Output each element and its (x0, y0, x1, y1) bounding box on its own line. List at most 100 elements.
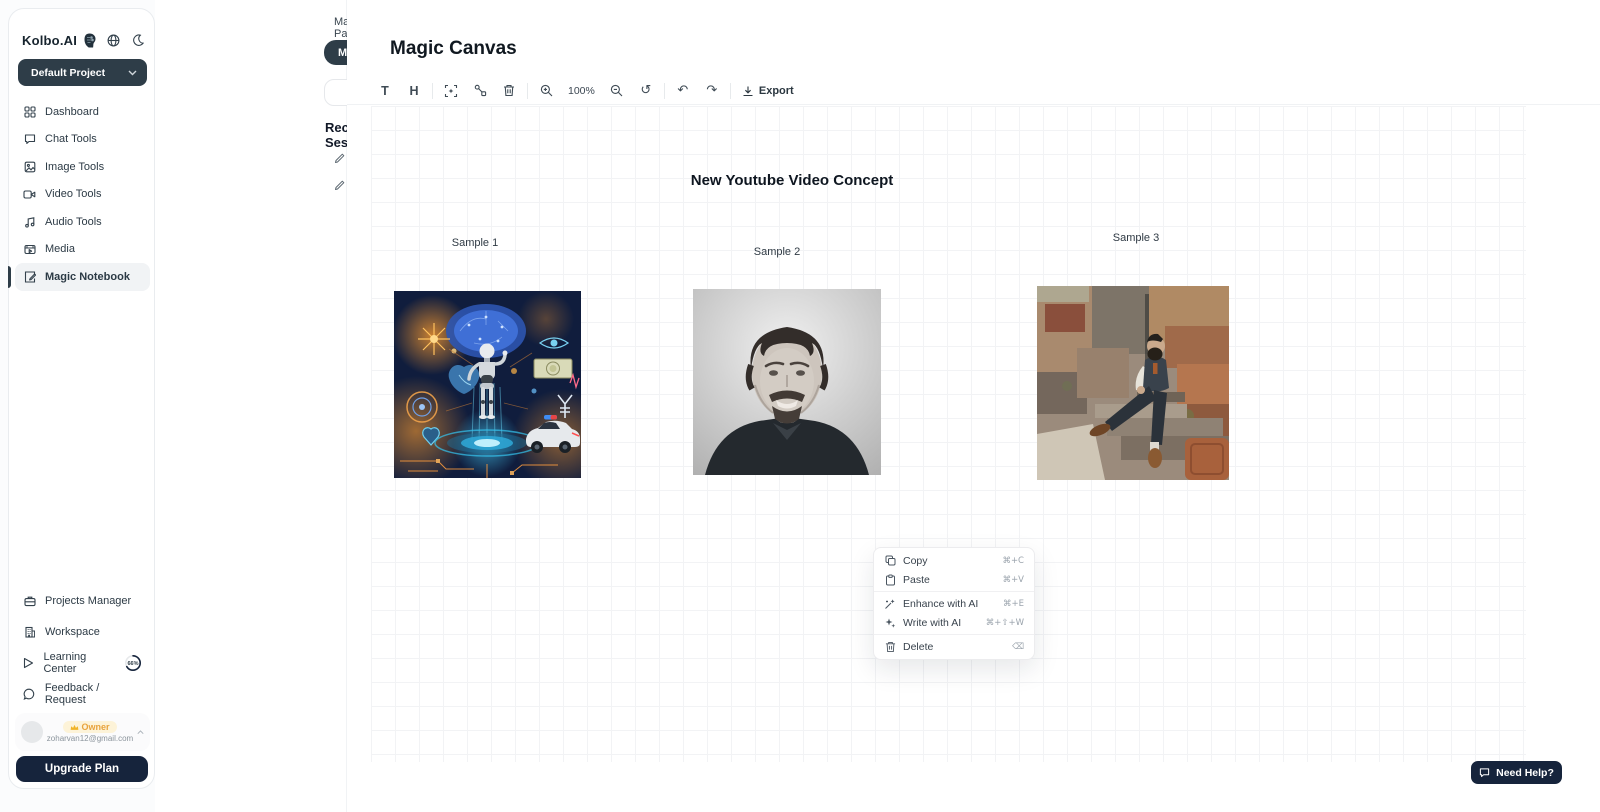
sidebar-item-image-tools[interactable]: Image Tools (15, 153, 150, 181)
play-icon (23, 657, 34, 669)
account-info: Owner zoharvan12@gmail.com (43, 721, 137, 743)
project-selector[interactable]: Default Project (18, 59, 147, 86)
learning-progress-badge: 66% (124, 654, 142, 672)
sidebar-item-label: Dashboard (45, 106, 99, 118)
context-menu-item-copy[interactable]: Copy ⌘+C (874, 551, 1034, 570)
sidebar-item-media[interactable]: Media (15, 236, 150, 264)
download-icon (742, 85, 754, 97)
brand-logo[interactable]: Kolbo.AI (22, 33, 77, 48)
context-menu-label: Write with AI (903, 617, 979, 629)
context-menu: Copy ⌘+C Paste ⌘+V Enhance with AI ⌘+E W… (873, 547, 1035, 660)
briefcase-icon (23, 595, 36, 607)
sample-image-1[interactable] (394, 291, 581, 478)
context-menu-item-paste[interactable]: Paste ⌘+V (874, 570, 1034, 589)
moon-icon[interactable] (132, 34, 144, 46)
canvas-toolbar: T H 100% ↺ ↶ ↷ (374, 78, 798, 103)
logo-row: Kolbo.AI (22, 29, 144, 51)
toolbar-separator (730, 83, 731, 99)
delete-tool-button[interactable] (498, 80, 520, 102)
sample-image-2[interactable] (693, 289, 881, 475)
session-panel: Magic Pad Magic Canvas + New Session Rec… (155, 0, 347, 812)
image-icon (23, 161, 36, 173)
context-menu-item-write-with-ai[interactable]: Write with AI ⌘+⇧+W (874, 613, 1034, 632)
zoom-in-icon (540, 84, 553, 97)
paste-icon (884, 574, 896, 586)
zoom-level: 100% (564, 85, 599, 97)
sidebar-item-label: Media (45, 243, 75, 255)
zoom-out-icon (610, 84, 623, 97)
canvas-text-title[interactable]: New Youtube Video Concept (642, 172, 942, 189)
main-area: Magic Canvas T H 100% ↺ ↶ (347, 0, 1600, 812)
globe-icon[interactable] (107, 34, 120, 47)
chat-icon (23, 133, 36, 145)
sidebar-item-label: Workspace (45, 626, 100, 638)
context-menu-label: Enhance with AI (903, 598, 996, 610)
owner-badge-label: Owner (81, 722, 109, 732)
flow-icon (474, 84, 487, 97)
zoom-in-button[interactable] (535, 80, 557, 102)
magic-canvas-surface[interactable]: New Youtube Video Concept Sample 1 Sampl… (371, 106, 1526, 762)
dashboard-icon (23, 106, 36, 118)
reset-rotation-button[interactable]: ↺ (635, 80, 657, 102)
avatar (21, 721, 43, 743)
sidebar-item-dashboard[interactable]: Dashboard (15, 98, 150, 126)
toolbar-separator (527, 83, 528, 99)
owner-badge: Owner (63, 721, 116, 733)
context-menu-shortcut: ⌘+C (1002, 556, 1024, 566)
sidebar-item-label: Video Tools (45, 188, 101, 200)
sidebar-item-audio-tools[interactable]: Audio Tools (15, 208, 150, 236)
sidebar-item-label: Magic Notebook (45, 271, 130, 283)
sparkles-icon (884, 617, 896, 629)
sidebar-item-magic-notebook[interactable]: Magic Notebook (15, 263, 150, 291)
need-help-label: Need Help? (1496, 767, 1554, 779)
sidebar-item-learning-center[interactable]: Learning Center 66% (15, 647, 150, 678)
chevron-down-icon (128, 70, 137, 76)
account-menu[interactable]: Owner zoharvan12@gmail.com (15, 713, 150, 751)
sidebar-nav: Dashboard Chat Tools Image Tools Video T… (15, 98, 150, 291)
sidebar-item-feedback-request[interactable]: Feedback / Request (15, 678, 150, 709)
context-menu-item-enhance-with-ai[interactable]: Enhance with AI ⌘+E (874, 594, 1034, 613)
sidebar-item-projects-manager[interactable]: Projects Manager (15, 585, 150, 616)
context-menu-label: Paste (903, 574, 996, 586)
context-menu-label: Delete (903, 641, 1005, 653)
upgrade-plan-button[interactable]: Upgrade Plan (16, 756, 148, 782)
heading-tool-button[interactable]: H (403, 80, 425, 102)
pencil-icon (333, 153, 346, 164)
sidebar-item-chat-tools[interactable]: Chat Tools (15, 126, 150, 154)
page-title: Magic Canvas (390, 38, 517, 60)
sidebar-item-video-tools[interactable]: Video Tools (15, 181, 150, 209)
text-tool-button[interactable]: T (374, 80, 396, 102)
flow-tool-button[interactable] (469, 80, 491, 102)
magic-wand-icon (884, 598, 896, 610)
need-help-button[interactable]: Need Help? (1471, 761, 1562, 784)
context-menu-shortcut: ⌘+E (1003, 599, 1024, 609)
primary-sidebar: Kolbo.AI Default Project Dashboard (8, 8, 155, 789)
canvas-text-sample-1[interactable]: Sample 1 (425, 237, 525, 249)
zoom-out-button[interactable] (606, 80, 628, 102)
sidebar-item-workspace[interactable]: Workspace (15, 616, 150, 647)
svg-text:66%: 66% (127, 661, 138, 667)
notebook-icon (23, 271, 36, 283)
canvas-text-sample-2[interactable]: Sample 2 (727, 246, 827, 258)
export-button[interactable]: Export (738, 85, 798, 97)
ai-select-tool-button[interactable] (440, 80, 462, 102)
video-icon (23, 189, 36, 200)
toolbar-separator (432, 83, 433, 99)
canvas-text-sample-3[interactable]: Sample 3 (1086, 232, 1186, 244)
redo-button[interactable]: ↷ (701, 80, 723, 102)
context-menu-item-delete[interactable]: Delete ⌫ (874, 637, 1034, 656)
context-menu-separator (874, 591, 1034, 592)
context-menu-shortcut: ⌘+V (1003, 575, 1024, 585)
context-menu-shortcut: ⌫ (1012, 642, 1024, 652)
chat-bubble-icon (1479, 767, 1490, 778)
ai-select-icon (444, 84, 458, 98)
pencil-icon (333, 180, 346, 191)
undo-button[interactable]: ↶ (672, 80, 694, 102)
sidebar-secondary: Projects Manager Workspace Learning Cent… (15, 585, 150, 709)
audio-icon (23, 216, 36, 228)
media-icon (23, 244, 36, 255)
project-selector-label: Default Project (31, 67, 105, 79)
export-label: Export (759, 85, 794, 97)
building-icon (23, 626, 36, 638)
sample-image-3[interactable] (1037, 286, 1229, 480)
